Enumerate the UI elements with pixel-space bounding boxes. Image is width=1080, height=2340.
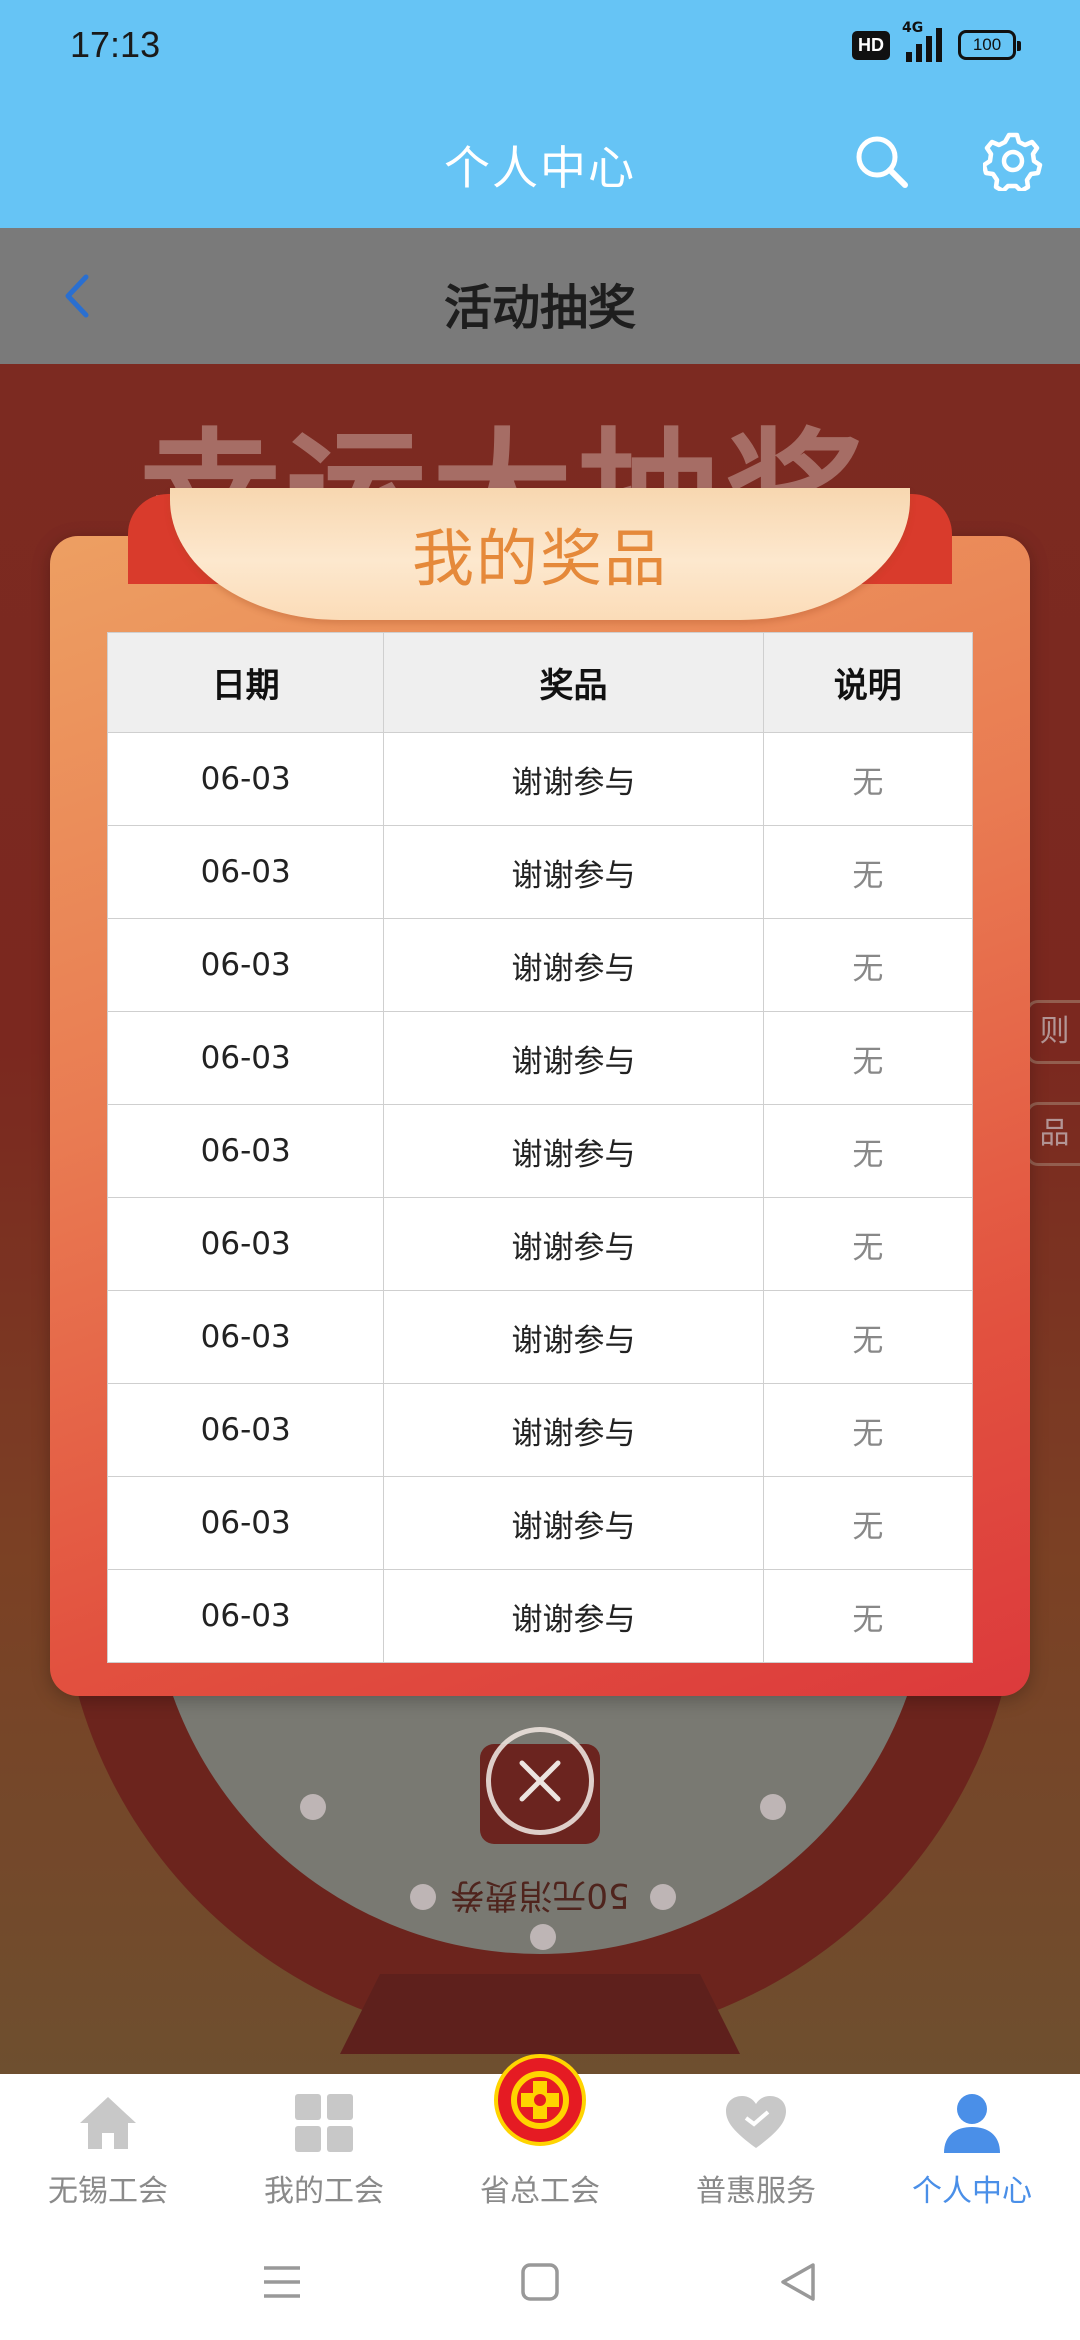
person-icon <box>940 2086 1004 2160</box>
cell-prize: 谢谢参与 <box>383 825 764 919</box>
cell-note: 无 <box>762 732 974 826</box>
cell-note: 无 <box>762 1290 974 1384</box>
close-icon[interactable] <box>486 1727 594 1835</box>
cell-date: 06-03 <box>106 732 385 826</box>
status-bar: 17:13 HD 4G 100 <box>0 0 1080 96</box>
table-row: 06-03 谢谢参与无 <box>106 1569 974 1663</box>
cell-prize: 谢谢参与 <box>383 1476 764 1570</box>
tab-wuxi-union[interactable]: 无锡工会 <box>0 2074 216 2222</box>
column-header-date: 日期 <box>106 632 385 733</box>
table-row: 06-03 谢谢参与无 <box>106 918 974 1012</box>
table-row: 06-03 谢谢参与无 <box>106 1011 974 1105</box>
status-icons: HD 4G 100 <box>852 20 1021 62</box>
cell-date: 06-03 <box>106 918 385 1012</box>
tab-my-union[interactable]: 我的工会 <box>216 2074 432 2222</box>
column-header-prize: 奖品 <box>383 632 764 733</box>
cell-note: 无 <box>762 1197 974 1291</box>
cell-note: 无 <box>762 1476 974 1570</box>
page-header: 活动抽奖 <box>0 228 1080 364</box>
home-icon <box>76 2086 140 2160</box>
cell-prize: 谢谢参与 <box>383 1011 764 1105</box>
cell-note: 无 <box>762 1383 974 1477</box>
tab-provincial-union[interactable]: 省总工会 <box>432 2054 648 2222</box>
heart-icon <box>724 2086 788 2160</box>
tab-bar: 无锡工会 我的工会 省总工会 普惠服务 个人中心 <box>0 2054 1080 2222</box>
network-type: 4G <box>902 20 924 36</box>
cell-note: 无 <box>762 918 974 1012</box>
tab-label: 普惠服务 <box>696 2174 816 2209</box>
table-row: 06-03 谢谢参与无 <box>106 1383 974 1477</box>
cell-prize: 谢谢参与 <box>383 1569 764 1663</box>
prize-table: 日期 奖品 说明 06-03 谢谢参与无 06-03 谢谢参与无 06-03 谢谢参与… <box>106 632 974 1663</box>
cell-date: 06-03 <box>106 1476 385 1570</box>
table-row: 06-03 谢谢参与无 <box>106 1197 974 1291</box>
battery-level: 100 <box>972 35 1002 54</box>
hd-badge: HD <box>852 30 890 60</box>
cell-prize: 谢谢参与 <box>383 1290 764 1384</box>
cell-note: 无 <box>762 1104 974 1198</box>
tab-label: 无锡工会 <box>48 2174 168 2209</box>
triangle-back-icon[interactable] <box>768 2252 828 2312</box>
search-icon[interactable] <box>846 126 916 196</box>
grid-icon <box>293 2086 355 2160</box>
cell-date: 06-03 <box>106 1011 385 1105</box>
tab-label: 我的工会 <box>264 2174 384 2209</box>
column-header-note: 说明 <box>762 632 974 733</box>
signal-icon: 4G <box>902 20 942 62</box>
cell-date: 06-03 <box>106 1383 385 1477</box>
status-time: 17:13 <box>70 24 161 65</box>
app-header: 个人中心 <box>0 96 1080 228</box>
menu-icon[interactable] <box>252 2252 312 2312</box>
cell-date: 06-03 <box>106 1290 385 1384</box>
battery-icon: 100 <box>958 30 1021 60</box>
app-title: 个人中心 <box>444 141 636 195</box>
tab-label: 个人中心 <box>912 2174 1032 2209</box>
system-nav-bar <box>0 2222 1080 2340</box>
cell-prize: 谢谢参与 <box>383 1197 764 1291</box>
square-home-icon[interactable] <box>510 2252 570 2312</box>
cell-prize: 谢谢参与 <box>383 732 764 826</box>
page-title: 活动抽奖 <box>443 280 636 336</box>
tab-personal-center[interactable]: 个人中心 <box>864 2074 1080 2222</box>
cell-date: 06-03 <box>106 825 385 919</box>
cell-prize: 谢谢参与 <box>383 918 764 1012</box>
gear-icon[interactable] <box>978 126 1048 196</box>
modal-title: 我的奖品 <box>411 522 668 595</box>
cell-prize: 谢谢参与 <box>383 1104 764 1198</box>
cell-date: 06-03 <box>106 1104 385 1198</box>
table-header-row: 日期 奖品 说明 <box>106 632 974 733</box>
tab-label: 省总工会 <box>480 2174 600 2209</box>
table-row: 06-03 谢谢参与无 <box>106 1476 974 1570</box>
table-row: 06-03 谢谢参与无 <box>106 825 974 919</box>
table-row: 06-03 谢谢参与无 <box>106 1104 974 1198</box>
table-row: 06-03 谢谢参与无 <box>106 732 974 826</box>
table-row: 06-03 谢谢参与无 <box>106 1290 974 1384</box>
tab-benefit-service[interactable]: 普惠服务 <box>648 2074 864 2222</box>
union-logo-icon <box>494 2054 586 2146</box>
cell-date: 06-03 <box>106 1569 385 1663</box>
cell-prize: 谢谢参与 <box>383 1383 764 1477</box>
cell-note: 无 <box>762 1569 974 1663</box>
cell-note: 无 <box>762 1011 974 1105</box>
cell-note: 无 <box>762 825 974 919</box>
cell-date: 06-03 <box>106 1197 385 1291</box>
